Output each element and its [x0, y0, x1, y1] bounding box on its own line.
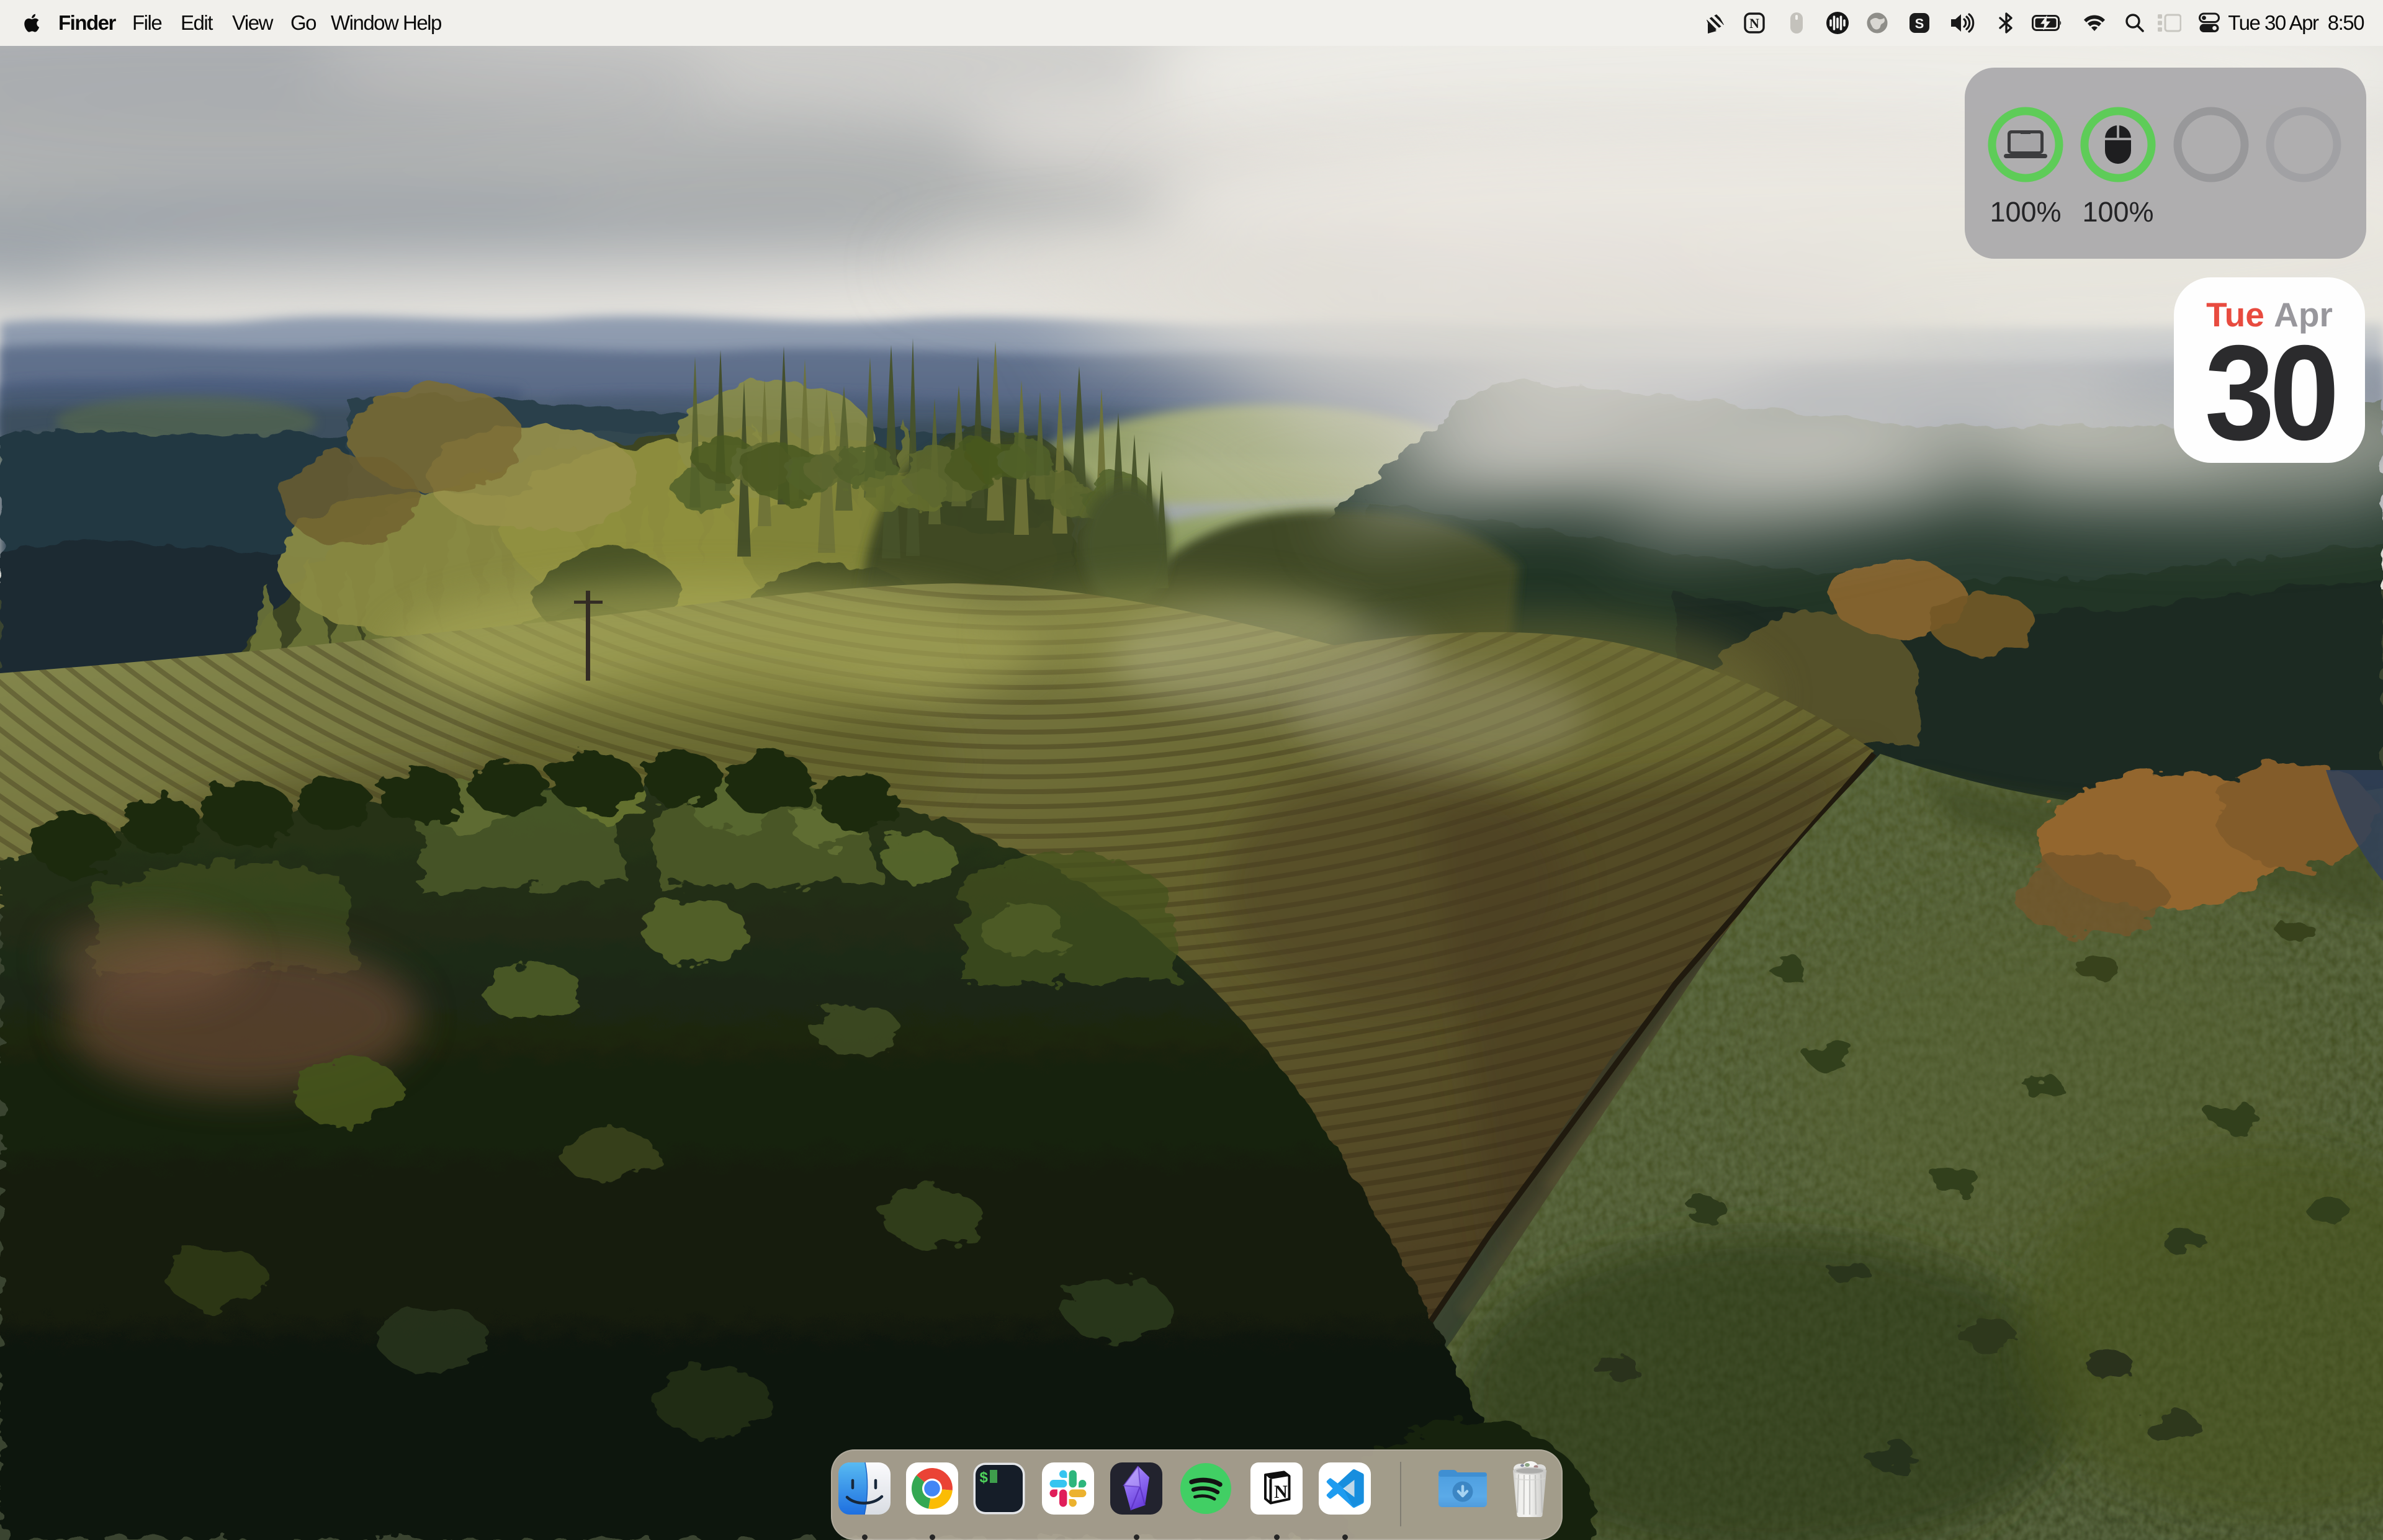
- svg-text:$: $: [979, 1471, 988, 1487]
- svg-text:S: S: [1915, 16, 1924, 32]
- svg-text:N: N: [1274, 1482, 1288, 1502]
- svg-text:N: N: [1749, 16, 1759, 31]
